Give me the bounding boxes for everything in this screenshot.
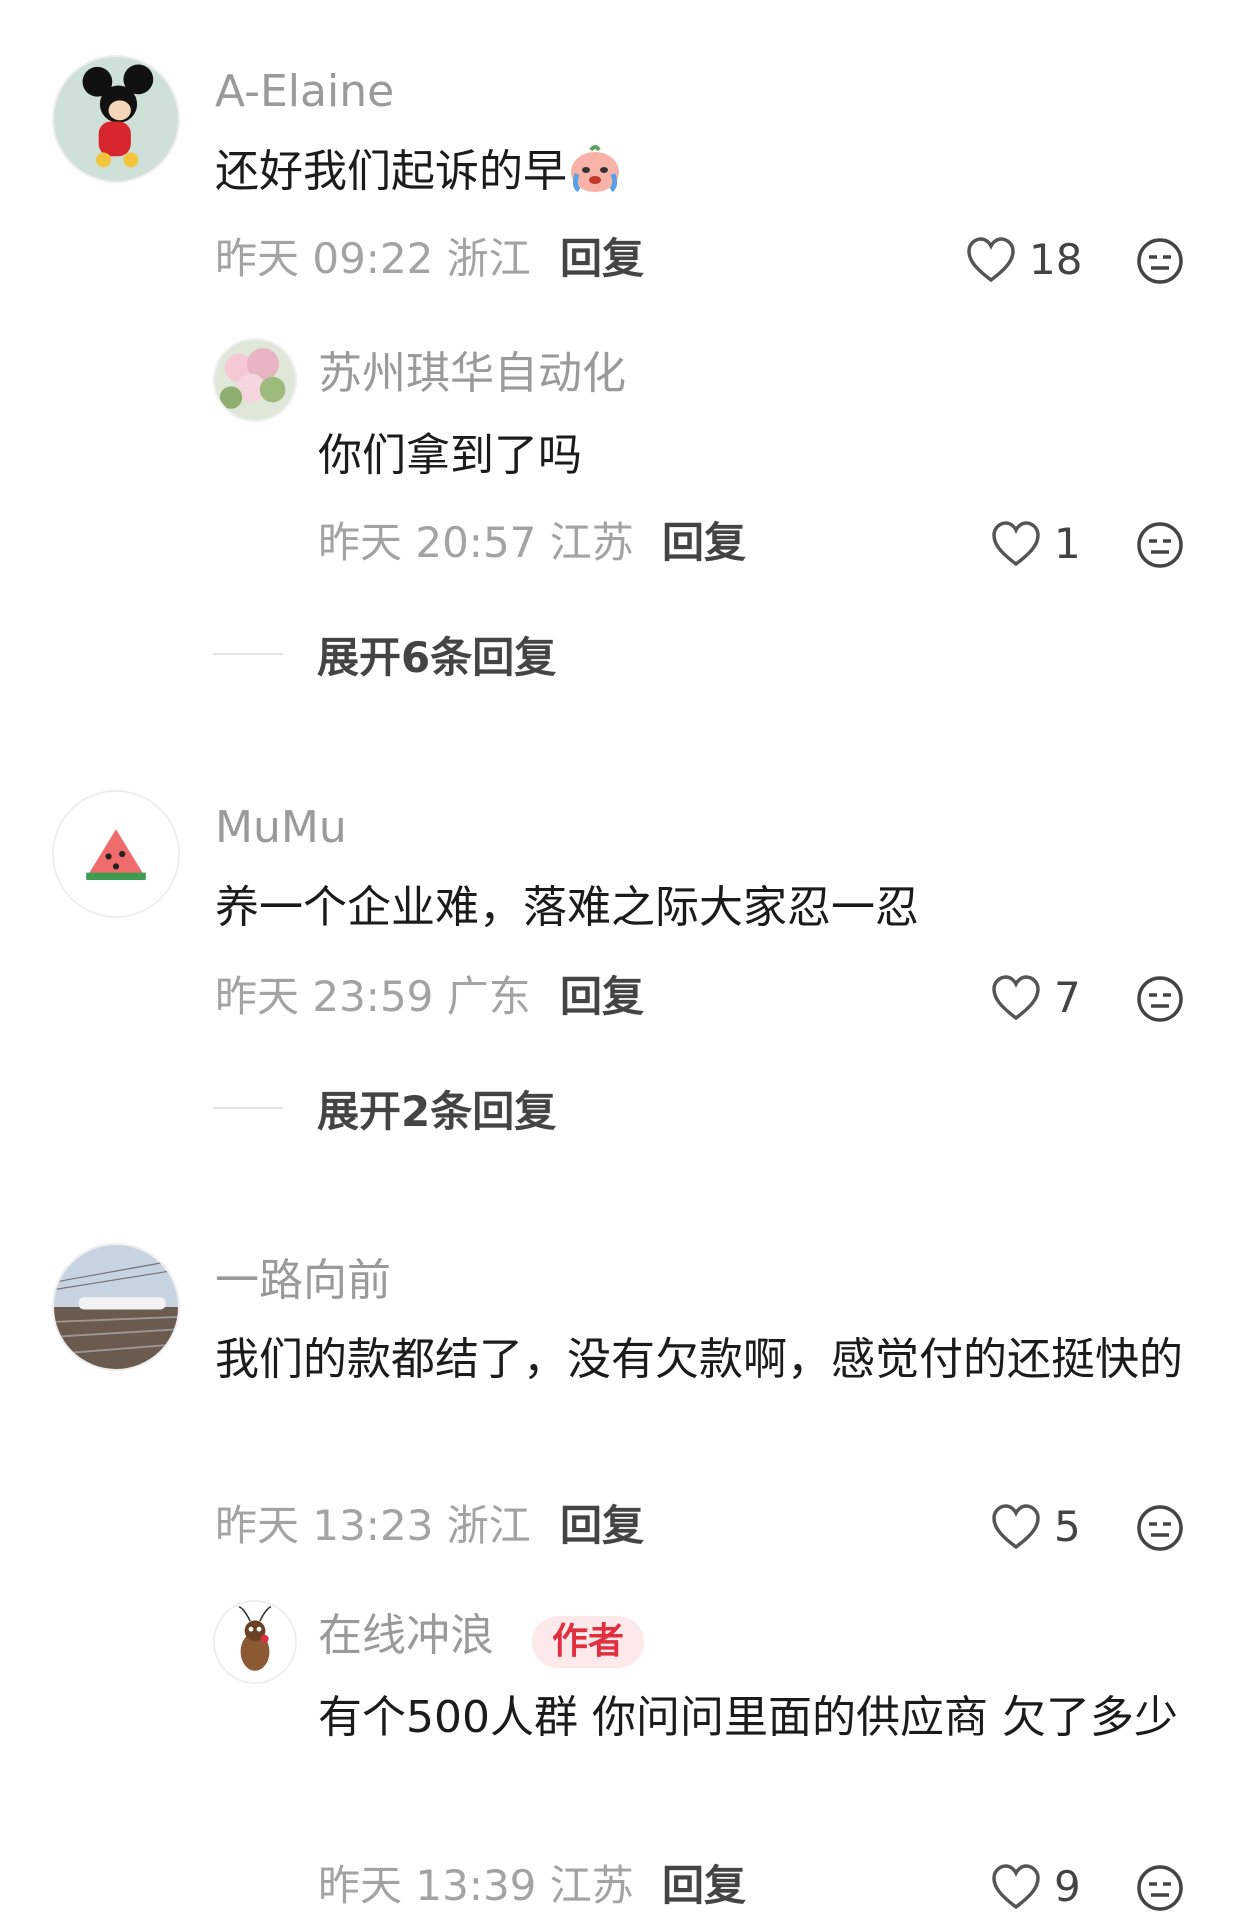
mickey-avatar-image [54,57,178,181]
comment-meta: 昨天 09:22 浙江 [215,234,531,283]
avatar[interactable] [52,790,180,918]
watermelon-avatar-image [54,792,178,916]
more-options-button[interactable] [1135,1503,1185,1553]
reply-text: 你们拿到了吗 [318,430,582,481]
like-button[interactable]: 9 [990,1859,1081,1915]
comment-text: 还好我们起诉的早 [215,134,1205,210]
cricket-avatar-image [215,1602,295,1682]
neutral-face-icon [1137,522,1183,568]
username[interactable]: A-Elaine [215,70,394,114]
avatar[interactable] [52,55,180,183]
neutral-face-icon [1137,1865,1183,1911]
heart-outline-icon [992,975,1040,1021]
reply-meta: 昨天 13:39 江苏 [318,1861,634,1910]
username[interactable]: 苏州琪华自动化 [318,352,626,396]
like-button[interactable]: 7 [990,970,1081,1026]
username[interactable]: MuMu [215,806,347,850]
neutral-face-icon [1137,976,1183,1022]
author-badge: 作者 [532,1616,645,1668]
like-count: 5 [1054,1502,1081,1551]
like-button[interactable]: 1 [990,516,1081,572]
like-count: 1 [1054,519,1081,568]
neutral-face-icon [1137,1505,1183,1551]
comment-text: 我们的款都结了，没有欠款啊，感觉付的还挺快的 [215,1334,1183,1385]
heart-outline-icon [967,237,1015,283]
reply-button[interactable]: 回复 [560,238,644,280]
reply-button[interactable]: 回复 [560,1505,644,1547]
expand-replies-button[interactable]: 展开2条回复 [213,1078,556,1138]
heart-outline-icon [992,521,1040,567]
like-count: 7 [1054,973,1081,1022]
expand-replies-label: 展开2条回复 [317,1086,557,1136]
reply-text: 有个500人群 你问问里面的供应商 欠了多少 [318,1692,1178,1743]
username[interactable]: 一路向前 [215,1259,391,1303]
heart-outline-icon [992,1864,1040,1910]
username[interactable]: 在线冲浪 [318,1614,494,1658]
reply-button[interactable]: 回复 [560,976,644,1018]
like-count: 9 [1054,1862,1081,1911]
comment-text: 养一个企业难，落难之际大家忍一忍 [215,882,919,933]
neutral-face-icon [1137,238,1183,284]
avatar[interactable] [52,1243,180,1371]
like-count: 18 [1029,235,1083,284]
comment-meta: 昨天 13:23 浙江 [215,1501,531,1550]
more-options-button[interactable] [1135,236,1185,286]
like-button[interactable]: 18 [965,232,1082,288]
avatar[interactable] [213,1600,297,1684]
comment-meta: 昨天 23:59 广东 [215,972,531,1021]
comment-text-content: 还好我们起诉的早 [215,146,567,197]
reply-meta: 昨天 20:57 江苏 [318,518,634,567]
train-avatar-image [54,1245,178,1369]
avatar[interactable] [213,338,297,422]
more-options-button[interactable] [1135,520,1185,570]
divider [213,1107,283,1109]
expand-replies-button[interactable]: 展开6条回复 [213,624,556,684]
more-options-button[interactable] [1135,974,1185,1024]
reply-button[interactable]: 回复 [662,1865,746,1907]
divider [213,653,283,655]
reply-button[interactable]: 回复 [662,522,746,564]
crying-peach-emoji-icon [571,145,619,193]
like-button[interactable]: 5 [990,1499,1081,1555]
heart-outline-icon [992,1504,1040,1550]
flower-avatar-image [215,340,295,420]
more-options-button[interactable] [1135,1863,1185,1913]
expand-replies-label: 展开6条回复 [317,632,557,682]
